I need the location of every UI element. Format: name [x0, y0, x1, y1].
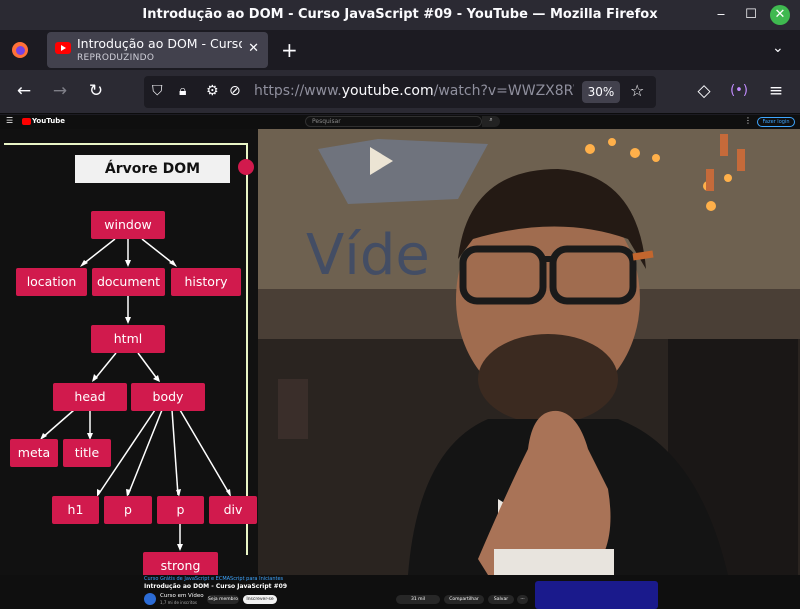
bookmark-star-icon[interactable]: ☆	[630, 81, 644, 100]
reload-button[interactable]: ↻	[85, 81, 107, 101]
channel-name[interactable]: Curso em Vídeo	[160, 593, 204, 599]
node-p: p	[157, 496, 204, 524]
extension-icon[interactable]: (•)	[728, 83, 750, 98]
maximize-button[interactable]: ☐	[741, 5, 761, 25]
tab-bar: Introdução ao DOM - Curso JavaScript #09…	[0, 30, 800, 70]
join-button[interactable]: Seja membro	[207, 595, 239, 604]
youtube-logo-icon[interactable]	[22, 118, 31, 125]
video-title: Introdução ao DOM - Curso JavaScript #09	[144, 583, 287, 590]
presenter-image: Víde	[258, 129, 800, 575]
video-player[interactable]: Árvore DOM window location document hist…	[0, 129, 800, 585]
node-history: history	[171, 268, 241, 296]
forward-button[interactable]: →	[49, 81, 71, 101]
svg-text:Víde: Víde	[306, 223, 430, 288]
lock-icon[interactable]: 🔒︎	[179, 83, 186, 99]
signin-button[interactable]: Fazer login	[757, 117, 795, 127]
search-button[interactable]: ⌕	[482, 116, 500, 127]
node-div: div	[209, 496, 257, 524]
save-button[interactable]: Salvar	[488, 595, 514, 604]
channel-avatar[interactable]	[144, 593, 156, 605]
node-html: html	[91, 325, 165, 353]
window-title: Introdução ao DOM - Curso JavaScript #09…	[142, 7, 658, 22]
youtube-favicon-icon	[55, 42, 71, 54]
firefox-menu-icon[interactable]	[11, 41, 29, 59]
tab-close-icon[interactable]: ✕	[248, 41, 259, 56]
guide-menu-icon[interactable]: ☰	[6, 116, 13, 125]
playlist-link[interactable]: Curso Grátis de JavaScript e ECMAScript …	[144, 576, 283, 582]
settings-menu-icon[interactable]: ⋮	[744, 116, 752, 125]
new-tab-button[interactable]: +	[281, 38, 298, 62]
close-window-button[interactable]: ✕	[770, 5, 790, 25]
diagram-title: Árvore DOM	[75, 155, 230, 183]
node-h1: h1	[52, 496, 99, 524]
red-dot-decoration	[238, 159, 254, 175]
window-titlebar: Introdução ao DOM - Curso JavaScript #09…	[0, 0, 800, 30]
node-head: head	[53, 383, 127, 411]
tab-playing-status: REPRODUZINDO	[77, 53, 155, 63]
node-title: title	[63, 439, 111, 467]
youtube-logo-text[interactable]: YouTube	[32, 117, 65, 125]
back-button[interactable]: ←	[13, 81, 35, 101]
hamburger-menu-icon[interactable]: ≡	[765, 81, 787, 101]
related-video-thumbnail[interactable]	[535, 581, 658, 609]
video-info: Curso Grátis de JavaScript e ECMAScript …	[0, 575, 800, 609]
pocket-icon[interactable]: ◇	[693, 81, 715, 101]
search-input[interactable]: Pesquisar	[305, 116, 482, 127]
tab-title: Introdução ao DOM - Curso JavaScript #09…	[77, 36, 242, 51]
shield-icon[interactable]: ⛉	[152, 83, 163, 99]
minimize-button[interactable]: ‒	[711, 5, 731, 25]
node-p: p	[104, 496, 152, 524]
like-button[interactable]: 31 mil	[396, 595, 440, 604]
tab-active[interactable]: Introdução ao DOM - Curso JavaScript #09…	[47, 32, 268, 68]
dom-tree-diagram: Árvore DOM window location document hist…	[0, 129, 258, 580]
node-body: body	[131, 383, 205, 411]
node-location: location	[16, 268, 87, 296]
zoom-level-button[interactable]: 30%	[582, 81, 620, 103]
node-document: document	[92, 268, 165, 296]
permissions-icon[interactable]: ⚙	[206, 83, 219, 99]
share-button[interactable]: Compartilhar	[444, 595, 484, 604]
list-all-tabs-icon[interactable]: ⌄	[772, 40, 784, 56]
url-bar[interactable]: ⛉ 🔒︎ ⚙ ⊘ https://www.youtube.com/watch?v…	[144, 76, 656, 108]
navigation-toolbar: ← → ↻ ⛉ 🔒︎ ⚙ ⊘ https://www.youtube.com/w…	[0, 70, 800, 114]
page-content: ☰ YouTube Pesquisar ⌕ ⋮ Fazer login Árvo…	[0, 115, 800, 609]
node-meta: meta	[10, 439, 58, 467]
youtube-masthead: ☰ YouTube Pesquisar ⌕ ⋮ Fazer login	[0, 115, 800, 129]
subscriber-count: 1,7 mi de inscritos	[160, 600, 197, 605]
node-window: window	[91, 211, 165, 239]
url-text[interactable]: https://www.youtube.com/watch?v=WWZX8RWL…	[254, 83, 574, 99]
more-actions-button[interactable]: ···	[517, 595, 528, 604]
subscribe-button[interactable]: Inscrever-se	[243, 595, 277, 604]
video-frame-presenter: Víde	[258, 129, 800, 575]
autoplay-blocked-icon[interactable]: ⊘	[229, 83, 241, 99]
